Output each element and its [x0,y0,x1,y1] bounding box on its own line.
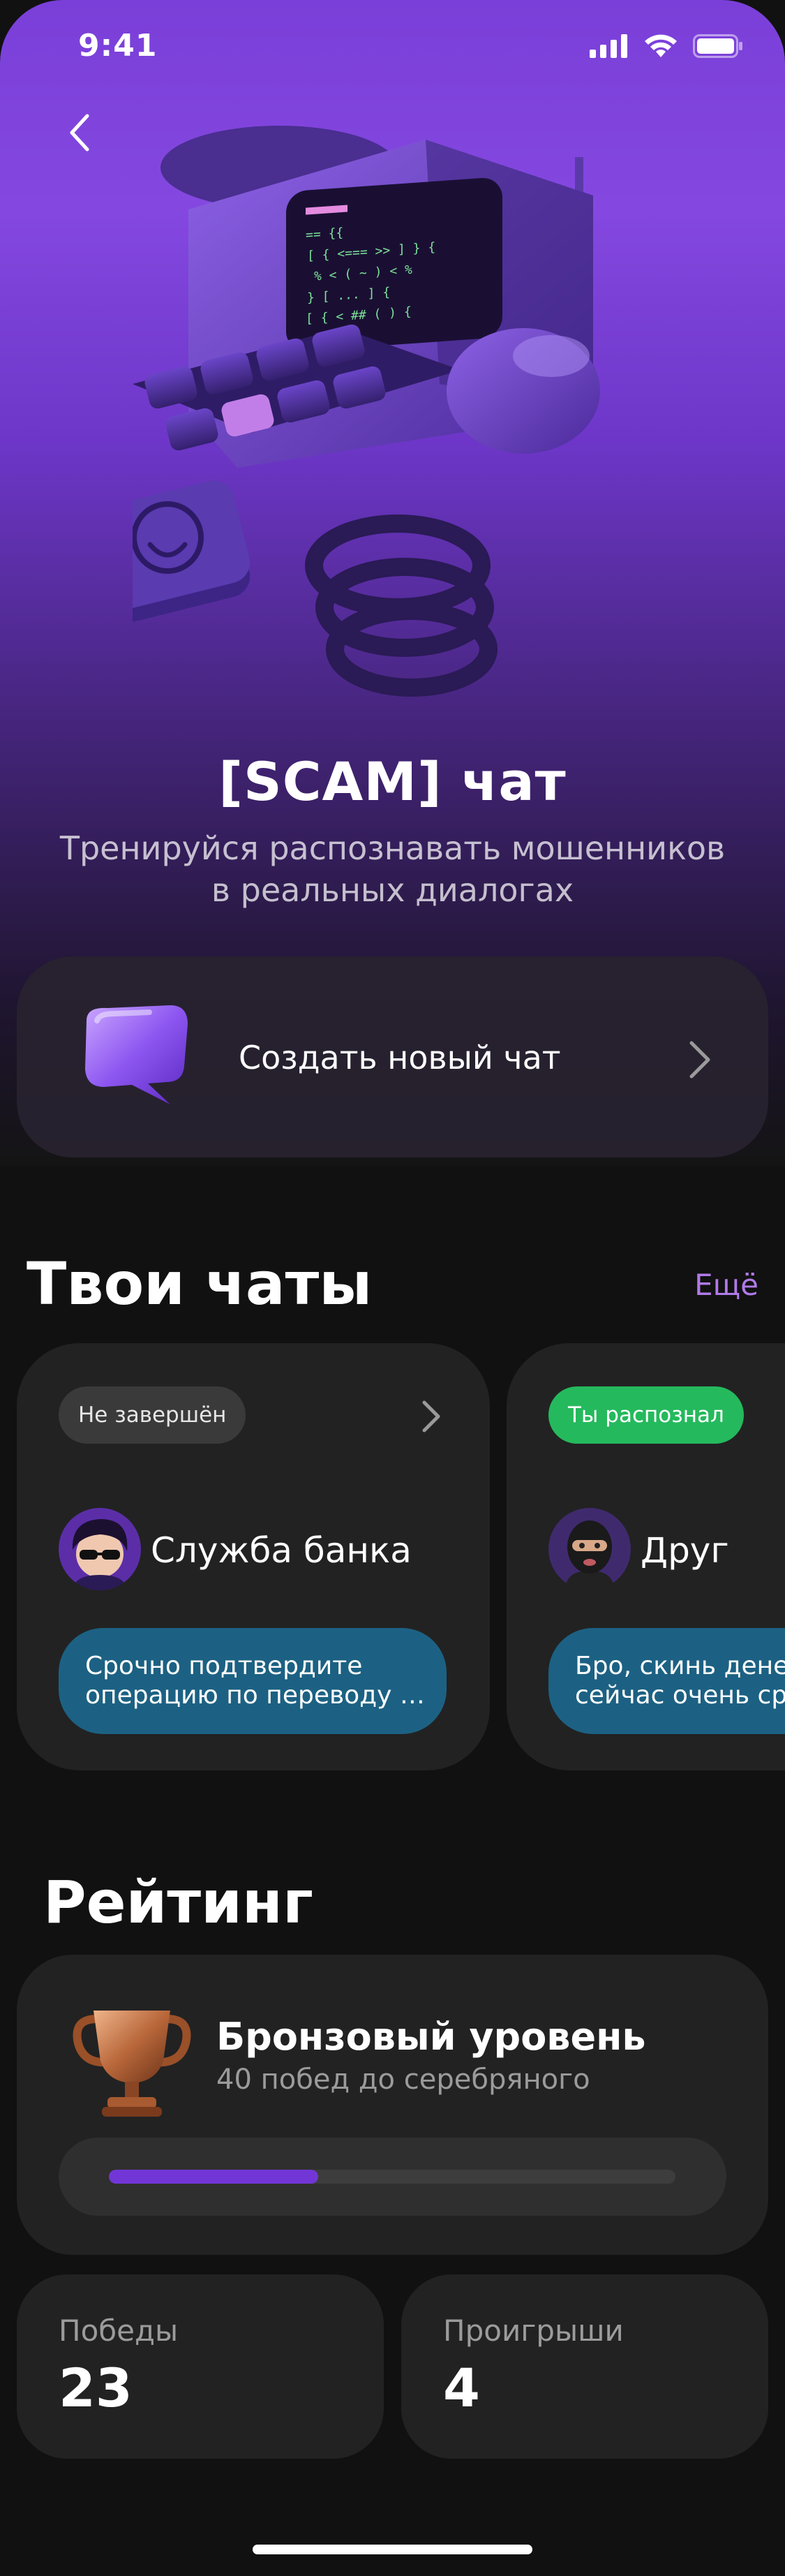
chats-section-title: Твои чаты [27,1250,373,1318]
svg-text:== {{: == {{ [306,225,343,243]
progress-track [109,2170,675,2184]
wifi-icon [645,34,677,57]
subtitle-line: Тренируйся распознавать мошенников [59,829,726,867]
signal-icon [590,34,627,58]
chevron-left-icon [70,114,89,151]
wins-stat-card: Победы 23 [17,2274,384,2459]
retro-computer-illustration: == {{ [ { <=== >> ] } { % < ( ~ ) < % } … [133,126,600,697]
battery-icon [693,34,742,58]
avatar [59,1508,141,1590]
losses-stat-card: Проигрыши 4 [401,2274,768,2459]
trophy-icon [73,2011,191,2117]
wins-value: 23 [59,2357,133,2419]
losses-label: Проигрыши [443,2314,624,2348]
create-chat-button[interactable]: Создать новый чат [17,956,768,1157]
avatar [548,1508,631,1590]
home-indicator[interactable] [253,2545,532,2554]
level-title: Бронзовый уровень [216,2015,646,2059]
status-badge: Ты распознал [548,1386,744,1444]
message-preview: Срочно подтвердите операцию по переводу … [59,1628,447,1734]
wins-label: Победы [59,2314,179,2348]
screen: 9:41 == {{[{<=== >>]} {% < (~) <… [0,0,785,2576]
progress-fill [109,2170,319,2184]
create-chat-label: Создать новый чат [239,1039,561,1076]
chat-card[interactable]: Ты распознал Друг Бро, скинь денег сейча… [507,1343,785,1770]
level-subtitle: 40 побед до серебряного [216,2064,590,2096]
rating-section-title: Рейтинг [43,1868,313,1937]
subtitle-line: в реальных диалогах [211,871,574,909]
status-time: 9:41 [78,28,158,64]
page-title: [SCAM] чат [218,750,567,813]
status-badge: Не завершён [59,1386,246,1444]
chat-bubble-icon [85,1005,188,1104]
message-line: сейчас очень сро [575,1681,785,1710]
back-button[interactable] [59,112,100,154]
chevron-right-icon[interactable] [420,1399,442,1434]
level-progress [59,2138,726,2216]
message-preview: Бро, скинь денег сейчас очень сро [548,1628,785,1734]
chat-card[interactable]: Не завершён Служба банка Срочно подтверд… [17,1343,490,1770]
more-chats-link[interactable]: Ещё [694,1268,758,1302]
message-line: Бро, скинь денег [575,1652,785,1680]
message-line: Срочно подтвердите [85,1652,363,1680]
chevron-right-icon [689,1041,710,1079]
contact-name: Служба банка [151,1530,412,1571]
status-icons [590,34,743,59]
contact-name: Друг [641,1530,729,1571]
losses-value: 4 [443,2357,480,2419]
page-subtitle: Тренируйся распознавать мошенников в реа… [42,827,743,911]
rating-card: Бронзовый уровень 40 побед до серебряног… [17,1955,768,2255]
message-line: операцию по переводу д... [85,1681,434,1710]
